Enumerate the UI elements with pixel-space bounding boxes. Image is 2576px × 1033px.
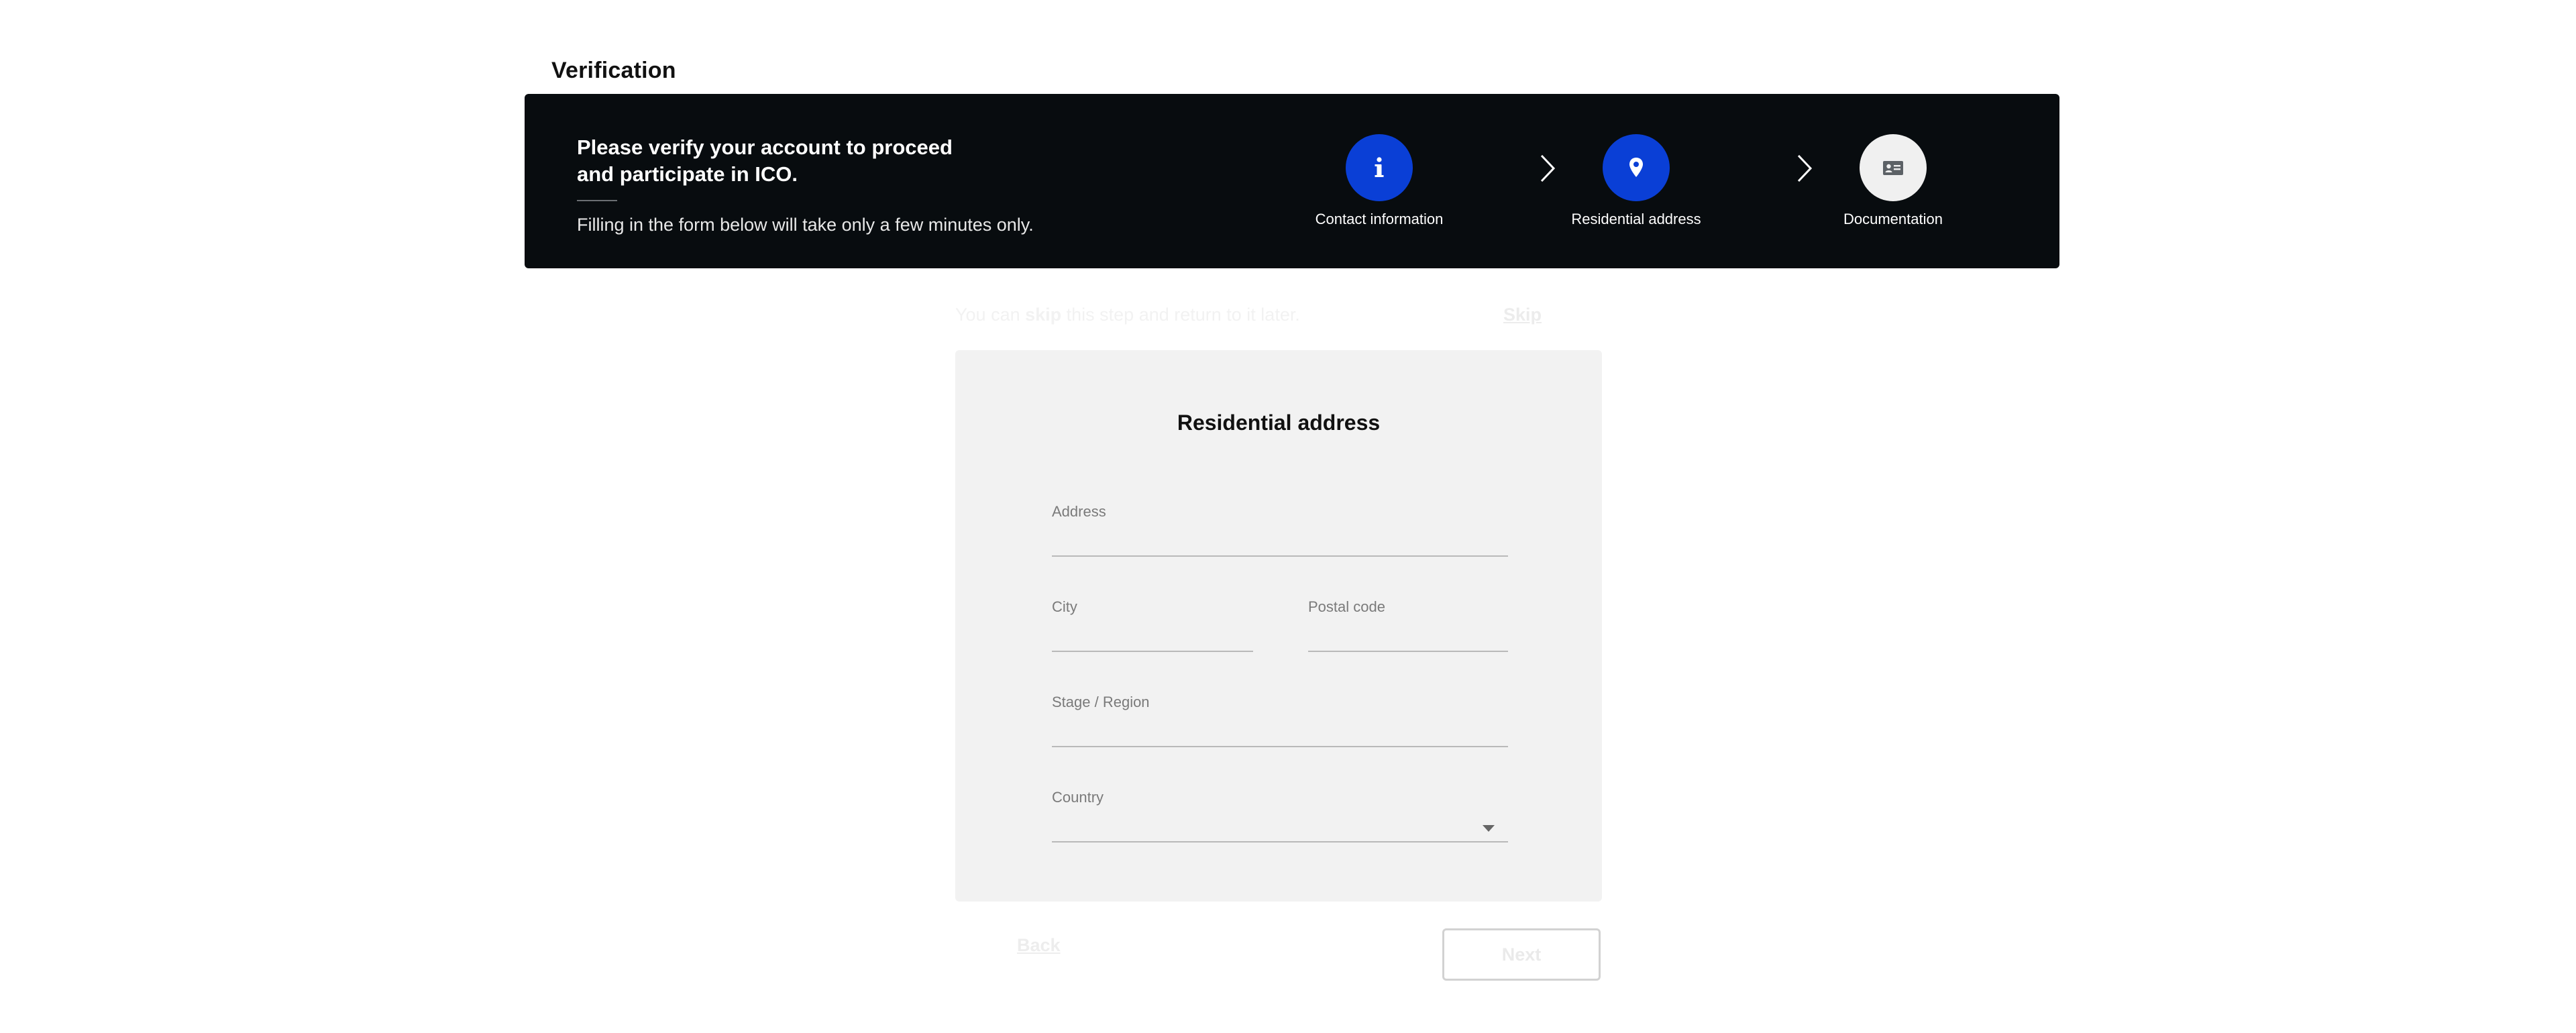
address-label: Address bbox=[1052, 503, 1106, 520]
step-label: Contact information bbox=[1315, 211, 1444, 227]
location-pin-icon bbox=[1629, 158, 1643, 177]
banner-headline: Please verify your account to proceed an… bbox=[577, 135, 953, 186]
address-field: Address bbox=[1052, 503, 1508, 557]
banner-divider bbox=[577, 200, 617, 201]
postal-code-label: Postal code bbox=[1308, 598, 1385, 615]
step-label: Documentation bbox=[1843, 211, 1943, 227]
skip-text-bold: skip bbox=[1025, 305, 1062, 325]
form-title: Residential address bbox=[1177, 411, 1381, 435]
id-card-icon bbox=[1883, 161, 1903, 175]
banner-subtext: Filling in the form below will take only… bbox=[577, 215, 1034, 235]
region-label: Stage / Region bbox=[1052, 694, 1150, 710]
step-circle-address bbox=[1603, 134, 1670, 201]
step-label: Residential address bbox=[1571, 211, 1701, 227]
skip-text-suffix: this step and return to it later. bbox=[1061, 305, 1300, 325]
caret-down-icon bbox=[1483, 825, 1495, 832]
city-input[interactable] bbox=[1052, 627, 1253, 652]
step-circle-contact bbox=[1346, 134, 1413, 201]
page-title: Verification bbox=[551, 58, 676, 83]
info-icon bbox=[1375, 157, 1384, 177]
region-input[interactable] bbox=[1052, 722, 1508, 747]
country-field: Country bbox=[1052, 789, 1508, 842]
next-button[interactable]: Next bbox=[1442, 928, 1601, 981]
country-label: Country bbox=[1052, 789, 1104, 806]
postal-code-input[interactable] bbox=[1308, 627, 1508, 652]
skip-link[interactable]: Skip bbox=[1503, 305, 1542, 325]
step-circle-documentation bbox=[1860, 134, 1927, 201]
step-residential-address[interactable]: Residential address bbox=[1549, 134, 1723, 228]
region-field: Stage / Region bbox=[1052, 694, 1508, 747]
skip-notice: You can skip this step and return to it … bbox=[955, 305, 1602, 325]
step-documentation[interactable]: Documentation bbox=[1806, 134, 1980, 228]
postal-code-field: Postal code bbox=[1308, 598, 1508, 652]
residential-address-form: Residential address Address City Postal … bbox=[955, 350, 1602, 902]
skip-text-prefix: You can bbox=[955, 305, 1026, 325]
country-select[interactable] bbox=[1052, 817, 1508, 842]
address-input[interactable] bbox=[1052, 531, 1508, 557]
verification-banner: Please verify your account to proceed an… bbox=[525, 94, 2059, 268]
back-link[interactable]: Back bbox=[1017, 935, 1061, 956]
city-label: City bbox=[1052, 598, 1077, 615]
step-contact-information[interactable]: Contact information bbox=[1292, 134, 1466, 228]
city-field: City bbox=[1052, 598, 1253, 652]
